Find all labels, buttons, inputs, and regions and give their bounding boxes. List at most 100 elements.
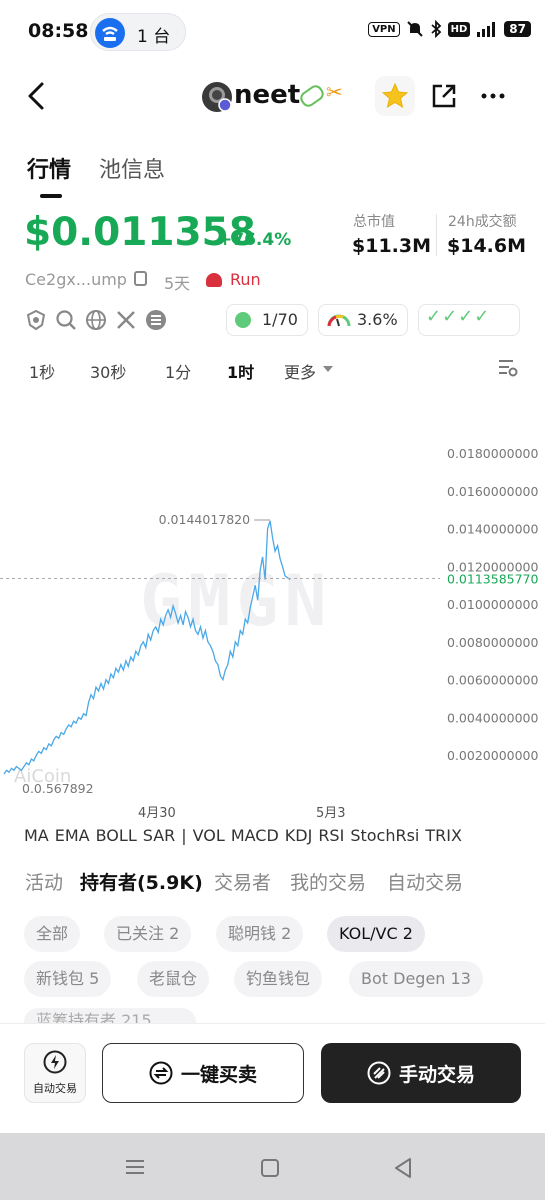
tab-holders[interactable]: 持有者(5.9K) — [80, 868, 203, 895]
search-icon[interactable] — [55, 309, 77, 331]
token-name: neet — [234, 80, 301, 110]
interval-1h[interactable]: 1时 — [227, 359, 254, 383]
holders-ratio: 1/70 — [262, 310, 298, 329]
current-price-label: 0.0113585770 — [447, 571, 539, 586]
risk-percent: 3.6% — [357, 310, 398, 329]
hotspot-pill[interactable]: 1 台 — [90, 13, 186, 51]
filter-new-wallet[interactable]: 新钱包 5 — [24, 961, 112, 997]
tab-underline — [40, 194, 62, 198]
more-button[interactable] — [473, 76, 513, 116]
price-chart[interactable]: GMGNAiCoin0.01800000000.01600000000.0140… — [0, 435, 545, 825]
filter-followed[interactable]: 已关注 2 — [104, 916, 192, 952]
dev-tag-icon: ✂ — [326, 80, 343, 104]
home-icon[interactable] — [260, 1158, 280, 1178]
chart-watermark: GMGN — [140, 560, 333, 642]
y-tick-label: 0.0100000000 — [447, 597, 539, 612]
solana-icon[interactable] — [145, 309, 167, 331]
pill-icon — [297, 82, 327, 110]
filter-insider[interactable]: 老鼠仓 — [137, 961, 210, 997]
auto-trade-label: 自动交易 — [33, 1082, 77, 1095]
shield-icon[interactable] — [25, 309, 47, 331]
wifi-icon — [95, 18, 125, 48]
y-tick-label: 0.0160000000 — [447, 484, 539, 499]
auto-trade-button[interactable]: 自动交易 — [24, 1043, 86, 1103]
indicator-ema[interactable]: EMA — [55, 826, 90, 845]
signal-icon — [477, 22, 496, 37]
lightning-icon — [43, 1050, 67, 1074]
status-icons: VPN HD 87 — [368, 20, 531, 38]
contract-address[interactable]: Ce2gx...ump — [25, 270, 127, 289]
tab-traders[interactable]: 交易者 — [214, 868, 271, 895]
indicator-rsi[interactable]: RSI — [318, 826, 344, 845]
favorite-button[interactable] — [375, 76, 415, 116]
volume-value: $14.6M — [447, 235, 527, 257]
filter-kol-vc[interactable]: KOL/VC 2 — [327, 916, 425, 952]
x-twitter-icon[interactable] — [115, 309, 137, 331]
tab-pool-info[interactable]: 池信息 — [99, 152, 165, 184]
y-tick-label: 0.0080000000 — [447, 635, 539, 650]
system-nav-bar — [0, 1133, 545, 1200]
indicator-boll[interactable]: BOLL — [96, 826, 137, 845]
checks-icons: ✓✓✓✓ — [426, 306, 491, 327]
globe-icon[interactable] — [85, 309, 107, 331]
vpn-icon: VPN — [368, 21, 400, 37]
interval-1s[interactable]: 1秒 — [29, 359, 55, 383]
token-age: 5天 — [164, 274, 191, 293]
interval-more[interactable]: 更多 — [284, 359, 316, 383]
more-icon — [481, 93, 505, 99]
filter-smart-money[interactable]: 聪明钱 2 — [216, 916, 304, 952]
volume-label: 24h成交额 — [448, 214, 517, 230]
y-tick-label: 0.0020000000 — [447, 748, 539, 763]
star-icon — [381, 82, 409, 109]
indicator-stochrsi[interactable]: StochRsi — [350, 826, 419, 845]
interval-30s[interactable]: 30秒 — [90, 359, 126, 383]
token-avatar — [202, 82, 232, 112]
filter-phishing[interactable]: 钓鱼钱包 — [234, 961, 323, 997]
chart-settings-icon[interactable] — [498, 358, 518, 378]
x-tick-label: 5月3 — [316, 806, 346, 821]
indicator-row: MA EMA BOLL SAR | VOL MACD KDJ RSI StochRsi TRIX — [24, 826, 468, 845]
hd-icon: HD — [447, 21, 471, 37]
tab-market[interactable]: 行情 — [27, 152, 71, 184]
filter-all[interactable]: 全部 — [24, 916, 81, 952]
mute-bell-icon — [406, 21, 423, 37]
manual-trade-button[interactable]: 手动交易 — [321, 1043, 521, 1103]
share-button[interactable] — [424, 76, 464, 116]
back-nav-icon[interactable] — [393, 1157, 413, 1179]
y-tick-label: 0.0180000000 — [447, 446, 539, 461]
back-button[interactable] — [22, 78, 58, 114]
indicator-sar[interactable]: SAR — [143, 826, 176, 845]
low-price-label: 0.0.567892 — [22, 781, 94, 796]
manual-trade-icon — [367, 1061, 391, 1085]
status-dot-icon — [235, 312, 251, 328]
status-time: 08:58 — [28, 20, 89, 42]
indicator-ma[interactable]: MA — [24, 826, 49, 845]
price-change: +76.4% — [218, 230, 292, 250]
indicator-vol[interactable]: VOL — [193, 826, 225, 845]
x-tick-label: 4月30 — [138, 806, 176, 821]
tab-auto-trade[interactable]: 自动交易 — [387, 868, 463, 895]
indicator-kdj[interactable]: KDJ — [285, 826, 313, 845]
tab-activity[interactable]: 活动 — [25, 868, 63, 895]
market-cap-value: $11.3M — [352, 235, 432, 257]
price-line — [3, 520, 291, 775]
y-tick-label: 0.0140000000 — [447, 522, 539, 537]
bluetooth-icon — [431, 20, 441, 38]
indicator-separator: | — [181, 826, 187, 845]
chef-hat-icon — [206, 273, 222, 287]
swap-icon — [149, 1061, 173, 1085]
indicator-trix[interactable]: TRIX — [425, 826, 462, 845]
menu-icon[interactable] — [124, 1158, 146, 1176]
run-label[interactable]: Run — [230, 270, 261, 289]
stat-divider — [436, 214, 437, 256]
battery-icon: 87 — [504, 21, 531, 37]
market-cap-label: 总市值 — [353, 214, 395, 230]
tab-my-trades[interactable]: 我的交易 — [290, 868, 366, 895]
copy-icon[interactable] — [134, 271, 147, 286]
chevron-down-icon — [323, 366, 333, 372]
interval-1m[interactable]: 1分 — [165, 359, 191, 383]
filter-bot-degen[interactable]: Bot Degen 13 — [349, 961, 483, 997]
y-tick-label: 0.0040000000 — [447, 710, 539, 725]
one-click-trade-button[interactable]: 一键买卖 — [102, 1043, 304, 1103]
indicator-macd[interactable]: MACD — [231, 826, 279, 845]
